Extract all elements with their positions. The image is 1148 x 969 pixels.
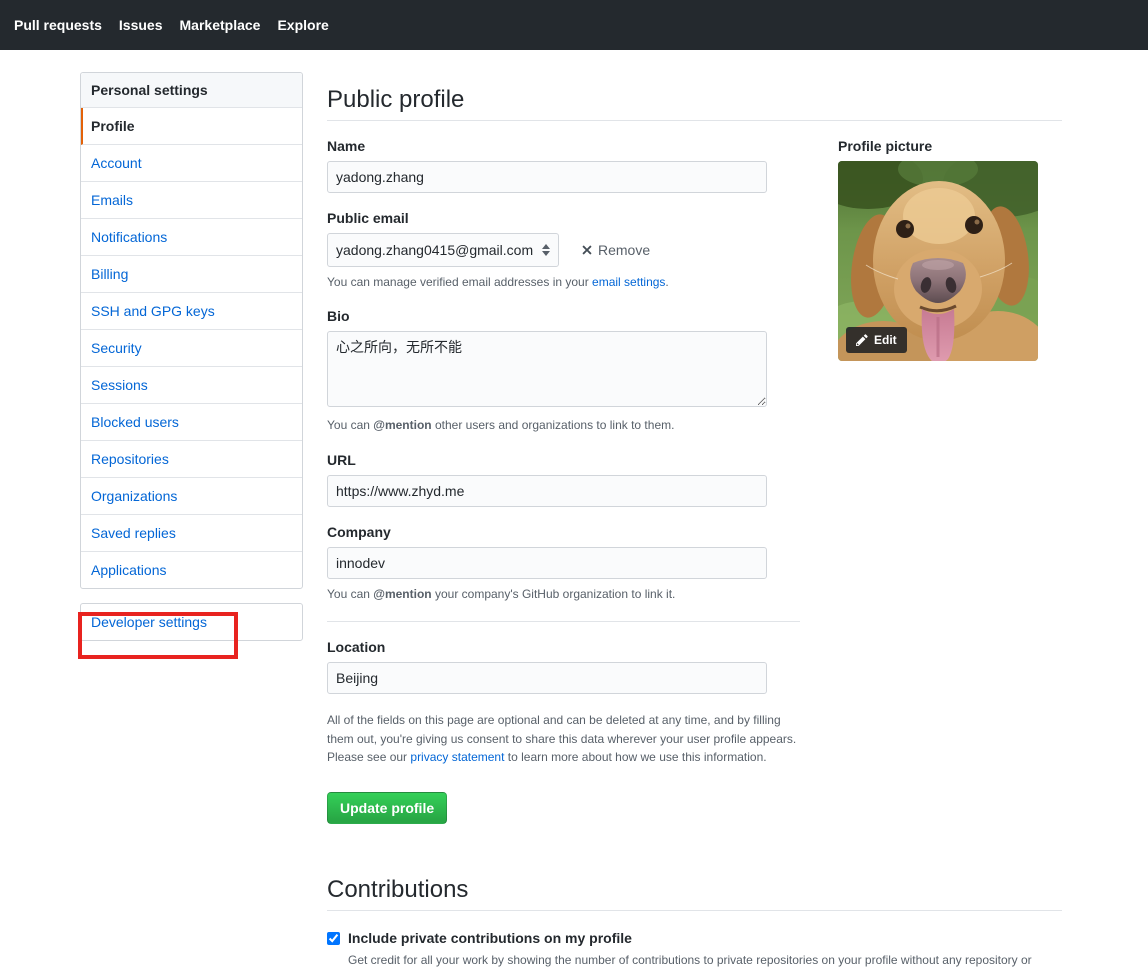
bio-note-suffix: other users and organizations to link to… [432, 418, 675, 432]
edit-avatar-label: Edit [874, 333, 897, 347]
sidebar-item-notifications[interactable]: Notifications [81, 219, 302, 256]
sidebar-item-billing[interactable]: Billing [81, 256, 302, 293]
name-input[interactable] [327, 161, 767, 193]
remove-email-label: Remove [598, 242, 650, 258]
company-input[interactable] [327, 547, 767, 579]
update-profile-button[interactable]: Update profile [327, 792, 447, 824]
bio-textarea[interactable]: 心之所向，无所不能 [327, 331, 767, 407]
company-note-prefix: You can [327, 587, 373, 601]
company-note-suffix: your company's GitHub organization to li… [432, 587, 676, 601]
sidebar-item-sessions[interactable]: Sessions [81, 367, 302, 404]
name-label: Name [327, 138, 800, 154]
pencil-icon [856, 333, 868, 347]
private-contributions-checkbox[interactable] [327, 932, 340, 945]
public-email-label: Public email [327, 210, 800, 226]
select-caret-icon [542, 244, 550, 256]
settings-page: Personal settings Profile Account Emails… [0, 50, 1148, 969]
email-note-period: . [665, 275, 668, 289]
privacy-statement-link[interactable]: privacy statement [410, 750, 504, 764]
top-navigation: Pull requests Issues Marketplace Explore [0, 0, 1148, 50]
sidebar-item-organizations[interactable]: Organizations [81, 478, 302, 515]
email-settings-link[interactable]: email settings [592, 275, 665, 289]
profile-form: Name Public email yadong.zhang0415@gmail… [327, 121, 800, 824]
sidebar-item-applications[interactable]: Applications [81, 552, 302, 588]
sidebar-item-saved-replies[interactable]: Saved replies [81, 515, 302, 552]
nav-issues[interactable]: Issues [119, 17, 163, 33]
private-contributions-help: Get credit for all your work by showing … [348, 951, 1062, 969]
public-email-selected-value: yadong.zhang0415@gmail.com [336, 242, 533, 258]
sidebar-item-account[interactable]: Account [81, 145, 302, 182]
private-contributions-label: Include private contributions on my prof… [348, 930, 632, 946]
sidebar-item-emails[interactable]: Emails [81, 182, 302, 219]
nav-marketplace[interactable]: Marketplace [180, 17, 261, 33]
profile-disclaimer: All of the fields on this page are optio… [327, 711, 800, 767]
bio-note-mention: @mention [373, 418, 431, 432]
contributions-title: Contributions [327, 876, 1062, 911]
sidebar-item-blocked-users[interactable]: Blocked users [81, 404, 302, 441]
public-email-select[interactable]: yadong.zhang0415@gmail.com [327, 233, 559, 267]
personal-settings-menu: Personal settings Profile Account Emails… [80, 72, 303, 589]
form-divider [327, 621, 800, 622]
developer-settings-menu: Developer settings [80, 603, 303, 641]
sidebar-item-developer-settings[interactable]: Developer settings [81, 604, 302, 640]
main-content: Public profile Name Public email yadong.… [327, 72, 1062, 969]
profile-picture-section: Profile picture [838, 121, 1038, 361]
settings-sidebar: Personal settings Profile Account Emails… [80, 72, 303, 641]
company-note: You can @mention your company's GitHub o… [327, 586, 800, 603]
email-note: You can manage verified email addresses … [327, 274, 800, 291]
edit-avatar-button[interactable]: Edit [846, 327, 907, 353]
profile-picture-label: Profile picture [838, 138, 1038, 154]
company-label: Company [327, 524, 800, 540]
page-title: Public profile [327, 86, 1062, 121]
sidebar-item-repositories[interactable]: Repositories [81, 441, 302, 478]
sidebar-title: Personal settings [81, 73, 302, 108]
disclaimer-text-2: to learn more about how we use this info… [504, 750, 766, 764]
location-label: Location [327, 639, 800, 655]
nav-pull-requests[interactable]: Pull requests [14, 17, 102, 33]
remove-email-button[interactable]: Remove [575, 241, 656, 259]
sidebar-item-security[interactable]: Security [81, 330, 302, 367]
sidebar-item-profile[interactable]: Profile [81, 108, 302, 145]
sidebar-item-ssh-gpg-keys[interactable]: SSH and GPG keys [81, 293, 302, 330]
url-label: URL [327, 452, 800, 468]
nav-explore[interactable]: Explore [277, 17, 328, 33]
company-note-mention: @mention [373, 587, 431, 601]
url-input[interactable] [327, 475, 767, 507]
location-input[interactable] [327, 662, 767, 694]
contributions-section: Contributions Include private contributi… [327, 876, 1062, 969]
email-note-text: You can manage verified email addresses … [327, 275, 592, 289]
bio-note-prefix: You can [327, 418, 373, 432]
bio-note: You can @mention other users and organiz… [327, 417, 800, 434]
profile-picture-image[interactable]: Edit [838, 161, 1038, 361]
x-icon [581, 243, 593, 257]
bio-label: Bio [327, 308, 800, 324]
